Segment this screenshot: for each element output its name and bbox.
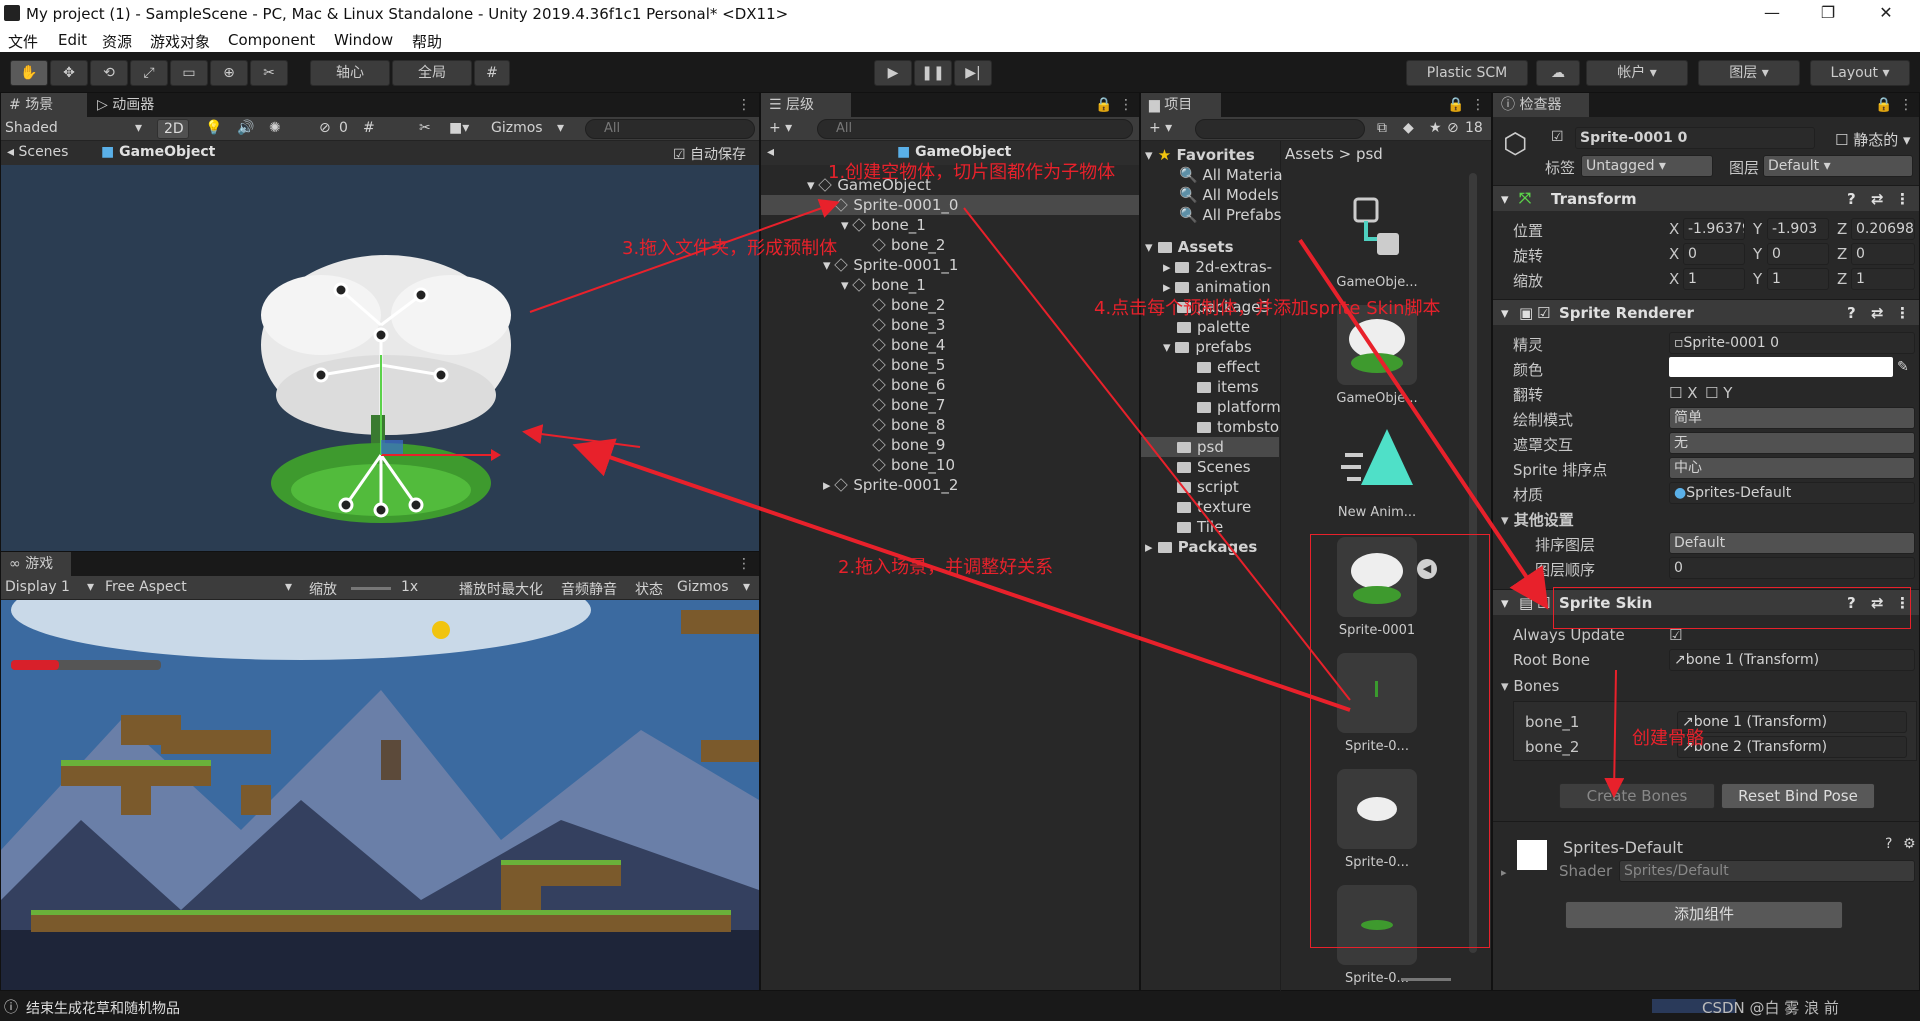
status-message[interactable]: 结束生成花草和随机物品 <box>26 998 180 1018</box>
annotation-step-1: 1.创建空物体，切片图都作为子物体 <box>828 162 1116 183</box>
annotation-create-bones: 创建骨骼 <box>1632 728 1704 749</box>
annotation-step-2: 2.拖入场景，并调整好关系 <box>838 557 1054 578</box>
annotation-step-4: 4.点击每个预制体，并添加sprite Skin脚本 <box>1094 298 1441 319</box>
highlight-box <box>1310 534 1490 948</box>
info-icon: ⓘ <box>4 1000 18 1016</box>
annotation-step-3: 3.拖入文件夹，形成预制体 <box>622 238 838 259</box>
status-bar: ⓘ 结束生成花草和随机物品 CSDN @白 雾 浪 前 <box>0 991 1920 1021</box>
watermark: CSDN @白 雾 浪 前 <box>1702 999 1839 1017</box>
annotation-arrows <box>522 198 1625 798</box>
